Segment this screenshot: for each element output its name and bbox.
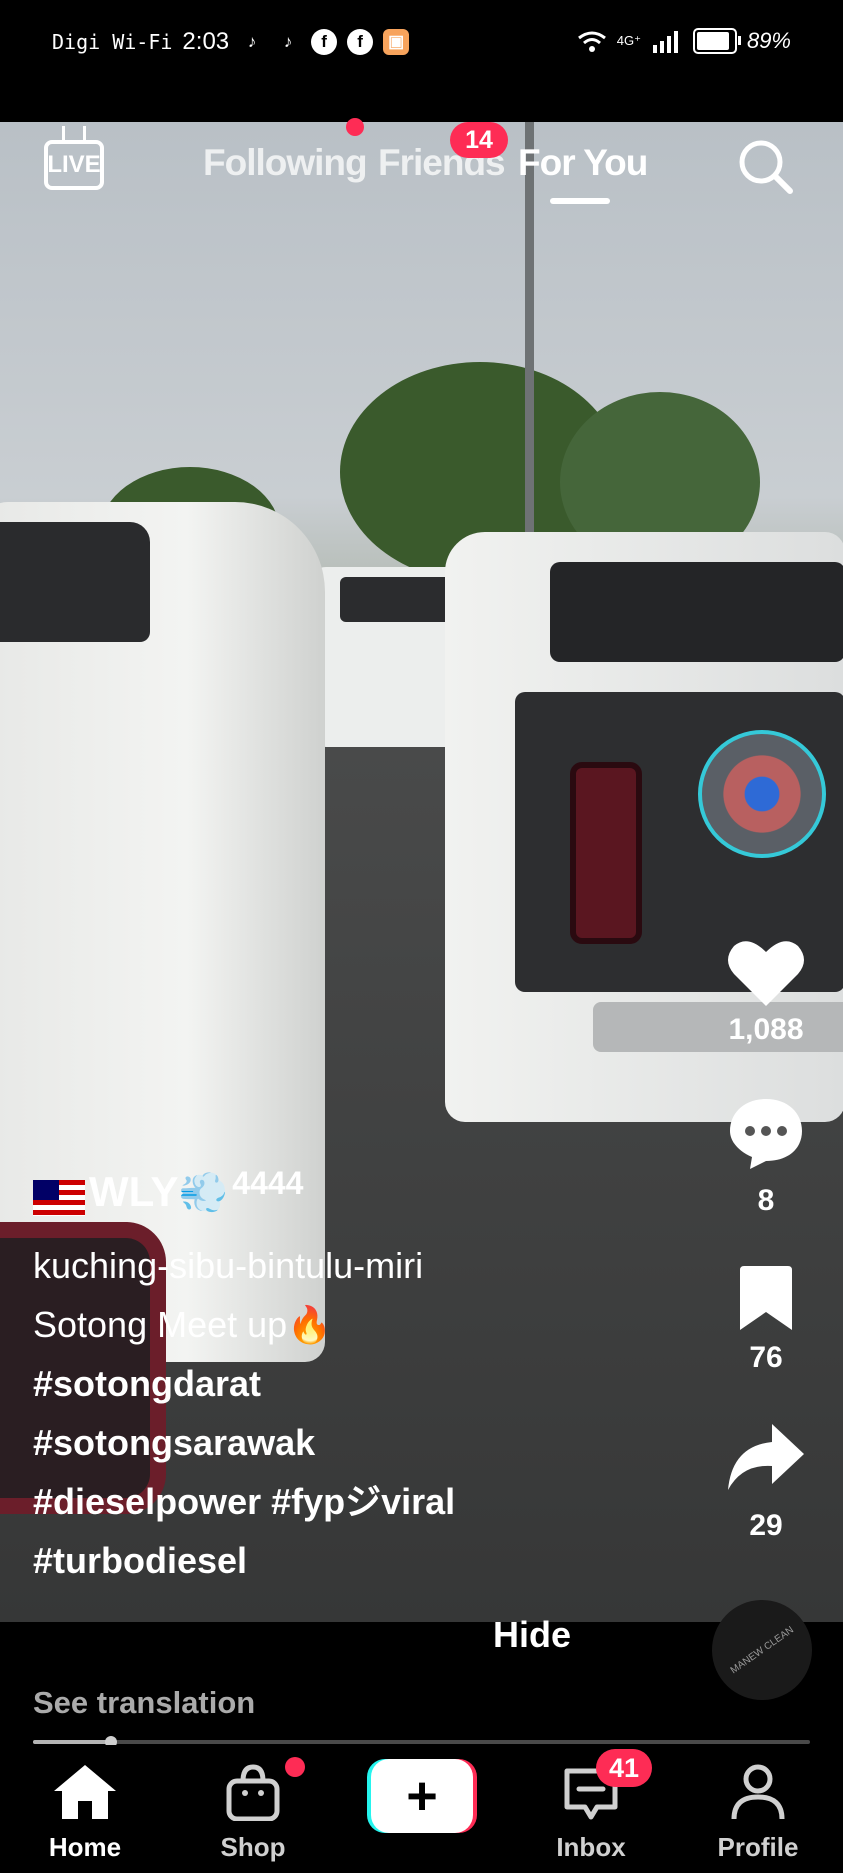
profile-icon: [731, 1764, 785, 1820]
status-bar: Digi Wi-Fi 2:03 ♪ ♪ f f ▣ 4G⁺ 89%: [0, 0, 843, 122]
nav-inbox-label: Inbox: [556, 1832, 626, 1862]
bookmark-count: 76: [749, 1341, 783, 1374]
nav-home[interactable]: Home: [15, 1763, 155, 1863]
create-post-button[interactable]: +: [367, 1759, 477, 1833]
comment-count: 8: [757, 1184, 775, 1217]
hashtag[interactable]: #turbodiesel: [33, 1531, 653, 1590]
search-icon[interactable]: [735, 136, 795, 196]
tab-for-you[interactable]: For You: [518, 142, 648, 184]
hide-caption-button[interactable]: Hide: [493, 1614, 571, 1656]
caption-body: kuching-sibu-bintulu-miri Sotong Meet up…: [33, 1236, 653, 1590]
signal-icon: [652, 31, 678, 53]
top-nav: LIVE Following Friends 14 For You: [0, 118, 843, 222]
nav-shop-label: Shop: [220, 1832, 286, 1862]
facebook-icon: f: [347, 29, 374, 55]
tab-underline: [550, 198, 610, 204]
following-notification-dot: [346, 118, 364, 136]
truck-window: [550, 562, 843, 662]
username[interactable]: WLY 💨 4444: [33, 1165, 653, 1216]
sound-disc[interactable]: [698, 730, 826, 858]
hashtag[interactable]: #dieselpower #fypジviral: [33, 1472, 653, 1531]
comment-button[interactable]: 8: [706, 1095, 826, 1218]
comment-icon: [730, 1099, 802, 1169]
status-left: Digi Wi-Fi 2:03 ♪ ♪ f f ▣: [52, 28, 410, 56]
live-button[interactable]: LIVE: [44, 140, 104, 190]
see-translation-link[interactable]: See translation: [33, 1685, 255, 1721]
username-text: WLY: [89, 1168, 179, 1215]
video-progress-bar[interactable]: [33, 1736, 810, 1748]
malaysia-flag-icon: [33, 1180, 85, 1216]
friends-badge: 14: [450, 122, 508, 158]
carrier-label: Digi Wi-Fi: [52, 30, 173, 54]
caption: WLY 💨 4444 kuching-sibu-bintulu-miri Sot…: [33, 1165, 653, 1590]
battery-cap: [737, 36, 741, 45]
truck-window: [0, 522, 150, 642]
heart-icon: [728, 941, 804, 1006]
hashtag[interactable]: #sotongdarat: [33, 1354, 653, 1413]
caption-line: Sotong Meet up🔥: [33, 1304, 333, 1345]
status-right: 4G⁺ 89%: [577, 28, 791, 54]
dash-symbol-icon: 💨: [178, 1171, 229, 1215]
username-suffix: 4444: [232, 1165, 304, 1201]
share-count: 29: [749, 1509, 783, 1542]
nav-profile[interactable]: Profile: [688, 1763, 828, 1863]
tiktok-icon: ♪: [283, 32, 293, 51]
share-icon: [728, 1424, 804, 1490]
tiktok-icon: ♪: [247, 32, 257, 51]
share-button[interactable]: 29: [706, 1420, 826, 1543]
progress-fill: [33, 1740, 111, 1744]
battery-fill: [696, 32, 729, 50]
shopee-icon: ▣: [383, 29, 410, 55]
facebook-icon: f: [311, 29, 338, 55]
nav-home-label: Home: [48, 1832, 122, 1862]
like-count: 1,088: [728, 1013, 804, 1046]
shop-bag-icon: [226, 1764, 280, 1822]
live-antenna: [62, 126, 86, 140]
tail-light: [570, 762, 642, 944]
clock: 2:03: [182, 28, 230, 55]
wifi-icon: [577, 31, 606, 52]
home-icon: [54, 1765, 116, 1819]
battery-percent: 89%: [746, 28, 791, 53]
network-type: 4G⁺: [616, 33, 641, 48]
nav-profile-label: Profile: [717, 1832, 799, 1862]
bookmark-button[interactable]: 76: [706, 1266, 826, 1375]
bottom-nav: Home Shop + Inbox 41 Profile: [0, 1745, 843, 1873]
bookmark-icon: [740, 1266, 792, 1330]
caption-line: kuching-sibu-bintulu-miri: [33, 1245, 424, 1286]
inbox-badge: 41: [596, 1749, 652, 1787]
nav-shop[interactable]: Shop: [183, 1763, 323, 1863]
like-button[interactable]: 1,088: [706, 936, 826, 1047]
shop-notification-dot: [285, 1757, 305, 1777]
plus-icon: +: [371, 1759, 473, 1833]
tab-following[interactable]: Following: [203, 142, 368, 184]
battery-icon: [692, 28, 741, 54]
hashtag[interactable]: #sotongsarawak: [33, 1413, 653, 1472]
